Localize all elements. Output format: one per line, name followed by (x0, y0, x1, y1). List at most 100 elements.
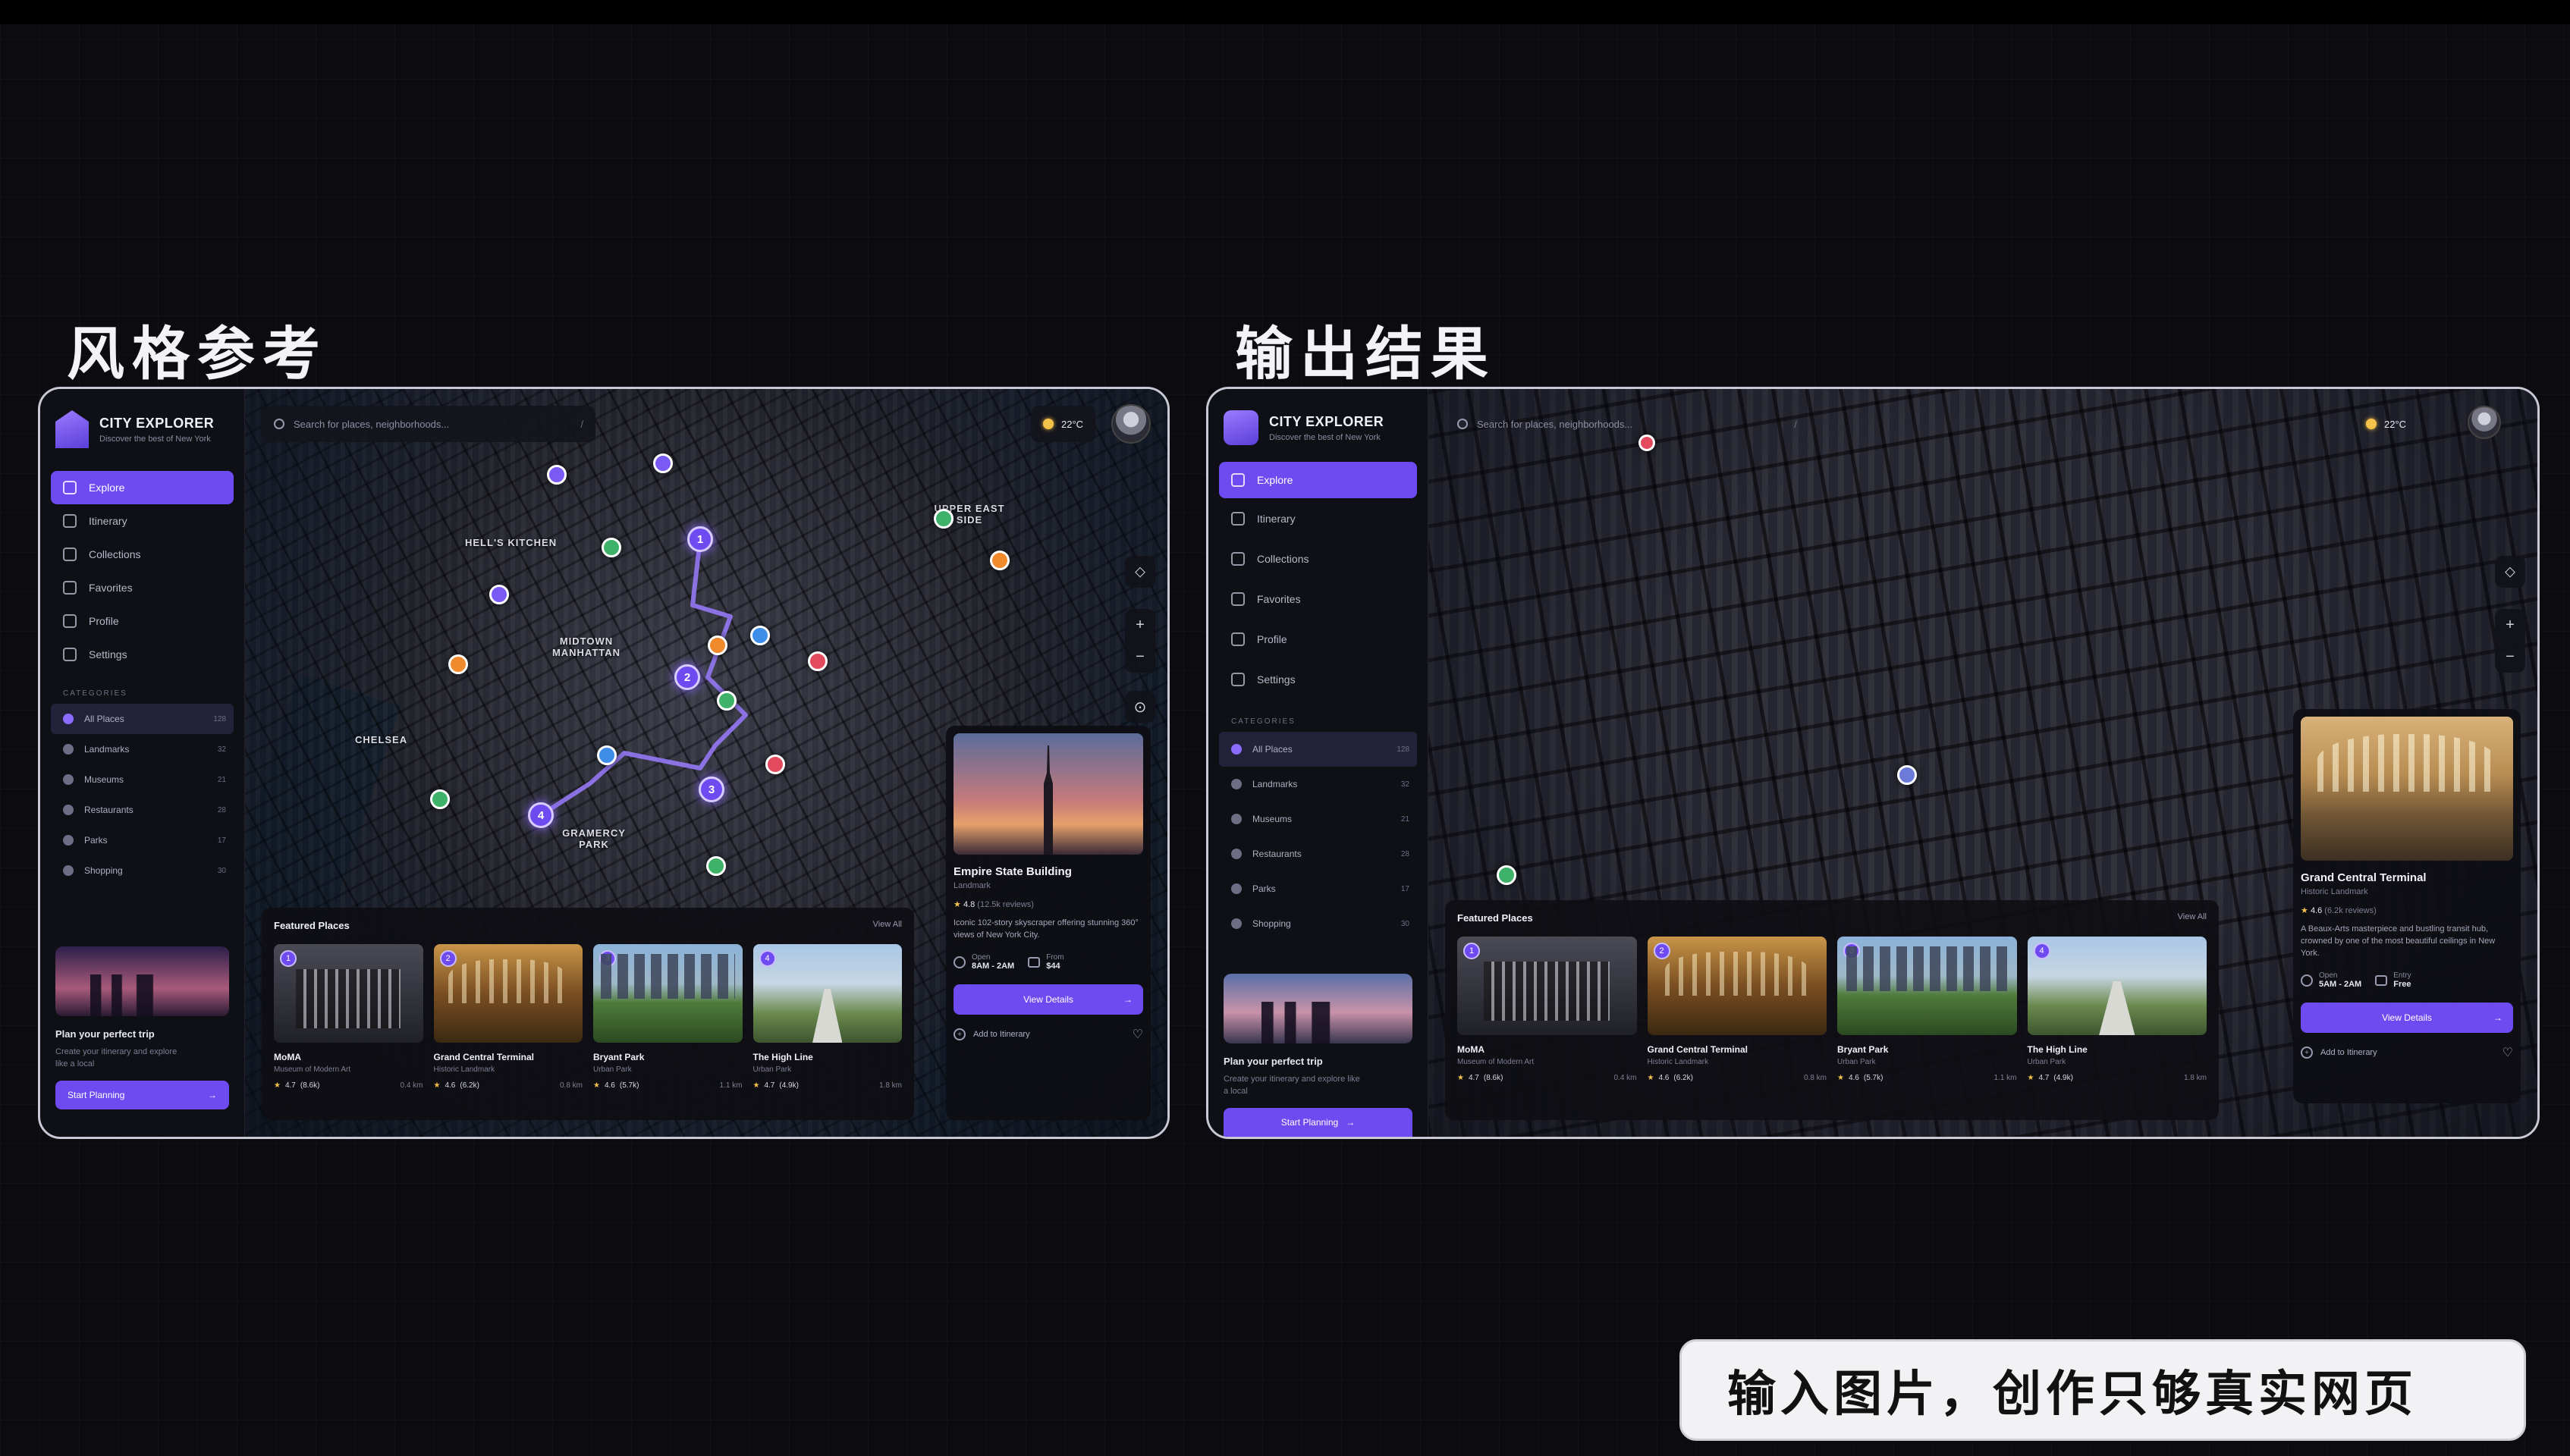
locate-control[interactable]: ⊙ (1125, 691, 1155, 723)
search-bar[interactable]: Search for places, neighborhoods... / (1445, 406, 1809, 442)
place-distance: 0.4 km (400, 1081, 423, 1090)
map-pin-icon[interactable] (448, 654, 468, 674)
category-count: 32 (1400, 780, 1409, 789)
nav-item-favorites[interactable]: Favorites (51, 571, 234, 604)
category-landmarks[interactable]: Landmarks 32 (1219, 767, 1417, 802)
promo-image (55, 946, 229, 1016)
view-all-link[interactable]: View All (2178, 912, 2207, 924)
weather-widget[interactable]: 22°C (1031, 406, 1096, 442)
map-pin-icon[interactable] (597, 745, 617, 765)
nav-item-settings[interactable]: Settings (1219, 659, 1417, 699)
start-planning-button[interactable]: Start Planning → (1224, 1108, 1412, 1137)
nav-item-collections[interactable]: Collections (51, 538, 234, 571)
map-view[interactable]: Search for places, neighborhoods... / 22… (1428, 389, 2537, 1137)
map-pin-icon[interactable] (1897, 765, 1917, 785)
place-card[interactable]: 2 Grand Central Terminal Historic Landmark… (433, 944, 583, 1111)
featured-places-panel: Featured Places View All 1 MoMA Museum of M… (262, 908, 914, 1120)
promo-text: Create your itinerary and explore like a… (1224, 1075, 1360, 1096)
nav-item-favorites[interactable]: Favorites (1219, 579, 1417, 619)
category-museums[interactable]: Museums 21 (1219, 802, 1417, 836)
category-shopping[interactable]: Shopping 30 (51, 855, 234, 886)
place-distance: 0.4 km (1613, 1074, 1637, 1082)
zoom-in-icon[interactable]: + (1125, 609, 1155, 641)
map-pin-icon[interactable] (990, 551, 1010, 570)
zoom-control[interactable]: + − (1125, 609, 1155, 673)
zoom-out-icon[interactable]: − (2495, 641, 2525, 673)
card-number: 3 (1843, 943, 1860, 959)
map-view[interactable]: HELL'S KITCHEN MIDTOWN MANHATTAN CHELSEA… (245, 389, 1167, 1137)
add-to-itinerary-link[interactable]: Add to Itinerary (2320, 1048, 2377, 1057)
category-shopping[interactable]: Shopping 30 (1219, 906, 1417, 941)
nav-item-explore[interactable]: Explore (1219, 462, 1417, 498)
route-stop-marker[interactable]: 3 (699, 777, 724, 802)
place-subtitle: Historic Landmark (433, 1065, 495, 1074)
map-pin-icon[interactable] (934, 509, 954, 529)
place-card[interactable]: 3 Bryant Park Urban Park ★ 4.6 (5.7k) 1.1 km (593, 944, 743, 1111)
map-pin-icon[interactable] (750, 626, 770, 645)
place-subtitle: Urban Park (752, 1065, 792, 1074)
restaurant-icon (63, 805, 74, 815)
nav-item-profile[interactable]: Profile (51, 604, 234, 638)
weather-widget[interactable]: 22°C (2354, 406, 2418, 442)
nav-item-explore[interactable]: Explore (51, 471, 234, 504)
avatar[interactable] (1111, 404, 1151, 444)
place-card[interactable]: 3 Bryant Park Urban Park ★ 4.6 (5.7k) 1.1 km (1837, 937, 2017, 1111)
category-count: 21 (1400, 814, 1409, 824)
heart-icon[interactable]: ♡ (1133, 1027, 1143, 1042)
map-pin-icon[interactable] (717, 691, 737, 711)
category-parks[interactable]: Parks 17 (51, 825, 234, 855)
category-restaurants[interactable]: Restaurants 28 (51, 795, 234, 825)
place-card[interactable]: 4 The High Line Urban Park ★ 4.7 (4.9k) 1.8 km (2027, 937, 2207, 1111)
place-card[interactable]: 2 Grand Central Terminal Historic Landmark… (1647, 937, 1827, 1111)
map-pin-icon[interactable] (653, 453, 673, 473)
restaurant-icon (1231, 849, 1242, 859)
category-all-places[interactable]: All Places 128 (51, 704, 234, 734)
map-pin-icon[interactable] (708, 635, 727, 655)
add-to-itinerary-link[interactable]: Add to Itinerary (973, 1030, 1030, 1039)
map-pin-icon[interactable] (706, 856, 726, 876)
heart-icon[interactable]: ♡ (2502, 1045, 2513, 1060)
map-pin-icon[interactable] (808, 651, 828, 671)
category-restaurants[interactable]: Restaurants 28 (1219, 836, 1417, 871)
nav-label: Profile (1257, 632, 1287, 645)
view-details-button[interactable]: View Details → (954, 984, 1143, 1015)
place-card[interactable]: 4 The High Line Urban Park ★ 4.7 (4.9k) 1.8 km (752, 944, 902, 1111)
start-planning-button[interactable]: Start Planning → (55, 1081, 229, 1109)
route-stop-marker[interactable]: 2 (674, 664, 700, 690)
category-landmarks[interactable]: Landmarks 32 (51, 734, 234, 764)
avatar[interactable] (2468, 406, 2501, 439)
card-number: 4 (759, 950, 776, 967)
compass-control[interactable]: ⬦ (2495, 556, 2525, 588)
brand[interactable]: CITY EXPLORER Discover the best of New Y… (1224, 410, 1384, 445)
zoom-control[interactable]: + − (2495, 609, 2525, 673)
brand[interactable]: CITY EXPLORER Discover the best of New Y… (55, 410, 214, 448)
map-pin-icon[interactable] (430, 789, 450, 809)
place-card[interactable]: 1 MoMA Museum of Modern Art ★ 4.7 (8.6k) 0.4 k… (1457, 937, 1637, 1111)
place-rating: 4.7 (284, 1081, 296, 1090)
category-count: 28 (217, 805, 226, 814)
zoom-out-icon[interactable]: − (1125, 641, 1155, 673)
zoom-in-icon[interactable]: + (2495, 609, 2525, 641)
category-museums[interactable]: Museums 21 (51, 764, 234, 795)
nav-item-settings[interactable]: Settings (51, 638, 234, 671)
view-details-button[interactable]: View Details → (2301, 1003, 2513, 1033)
category-all-places[interactable]: All Places 128 (1219, 732, 1417, 767)
view-all-link[interactable]: View All (873, 920, 902, 931)
route-stop-marker[interactable]: 4 (528, 802, 554, 828)
open-hours: 8AM - 2AM (972, 962, 1015, 971)
map-pin-icon[interactable] (1497, 865, 1516, 885)
category-parks[interactable]: Parks 17 (1219, 871, 1417, 906)
nav-item-itinerary[interactable]: Itinerary (51, 504, 234, 538)
place-name: Bryant Park (593, 1052, 645, 1062)
nav-item-profile[interactable]: Profile (1219, 619, 1417, 659)
place-card[interactable]: 1 MoMA Museum of Modern Art ★ 4.7 (8.6k) 0.4 k… (274, 944, 423, 1111)
map-pin-icon[interactable] (547, 465, 567, 485)
map-pin-icon[interactable] (489, 585, 509, 604)
nav-item-collections[interactable]: Collections (1219, 538, 1417, 579)
map-pin-icon[interactable] (765, 755, 785, 774)
compass-control[interactable]: ⬦ (1125, 556, 1155, 588)
route-stop-marker[interactable]: 1 (687, 526, 713, 552)
map-pin-icon[interactable] (602, 538, 621, 557)
search-bar[interactable]: Search for places, neighborhoods... / (262, 406, 595, 442)
nav-item-itinerary[interactable]: Itinerary (1219, 498, 1417, 538)
